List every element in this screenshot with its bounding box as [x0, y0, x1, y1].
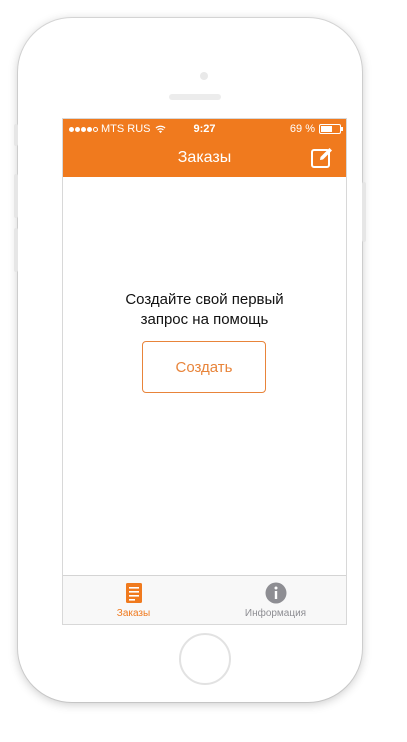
empty-state-line-1: Создайте свой первый: [125, 291, 284, 308]
navigation-bar: Заказы: [63, 139, 346, 177]
document-icon: [125, 583, 142, 603]
empty-state-line-2: запрос на помощь: [140, 311, 269, 328]
home-button: [179, 633, 231, 685]
create-button[interactable]: Создать: [142, 341, 266, 393]
mute-switch: [14, 124, 18, 146]
info-icon: [265, 582, 286, 604]
power-button: [362, 182, 366, 242]
empty-state-message: Создайте свой первый запрос на помощь: [63, 290, 346, 330]
empty-state: Создайте свой первый запрос на помощь Со…: [63, 177, 346, 575]
tab-info-label: Информация: [244, 608, 307, 619]
volume-up-button: [14, 174, 18, 218]
tab-orders-label: Заказы: [116, 608, 151, 619]
front-camera: [200, 72, 208, 80]
compose-icon[interactable]: [310, 146, 334, 170]
battery-icon: [319, 124, 343, 134]
volume-down-button: [14, 228, 18, 272]
status-bar: MTS RUS 9:27 69 %: [63, 119, 346, 139]
earpiece-speaker: [169, 94, 221, 100]
page-title: Заказы: [177, 149, 232, 166]
tab-bar: Заказы Информация: [63, 575, 346, 624]
app-screen: MTS RUS 9:27 69 % Заказы Создайте свой п…: [62, 118, 347, 625]
battery-percent: 69 %: [289, 123, 315, 135]
tab-info[interactable]: Информация: [205, 576, 346, 624]
tab-orders[interactable]: Заказы: [63, 576, 204, 624]
